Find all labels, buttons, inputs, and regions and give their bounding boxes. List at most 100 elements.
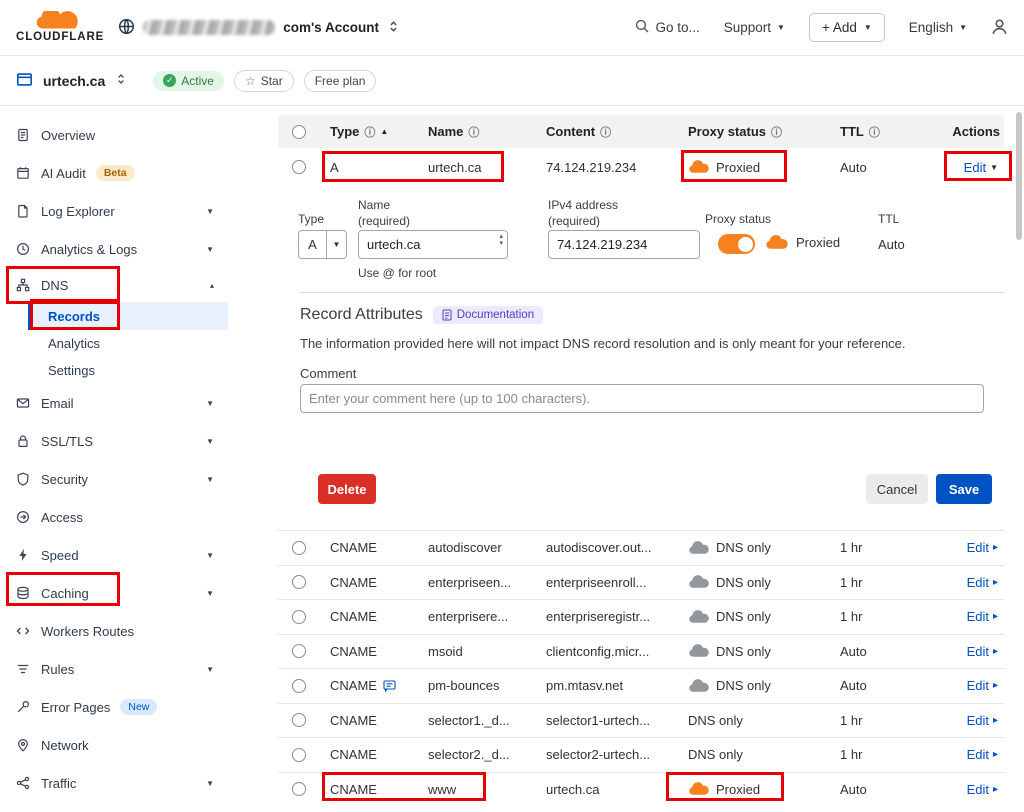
beta-badge: Beta	[96, 165, 135, 181]
sidebar-label: Security	[41, 472, 88, 487]
cloudflare-logo[interactable]: CLOUDFLARE	[16, 11, 104, 44]
add-button[interactable]: + Add ▼	[809, 13, 885, 42]
star-label: Star	[261, 74, 283, 88]
sidebar-item-speed[interactable]: Speed ▼	[0, 536, 240, 574]
goto-search[interactable]: Go to...	[635, 19, 699, 36]
goto-label: Go to...	[655, 20, 699, 35]
star-button[interactable]: ☆ Star	[234, 70, 294, 92]
info-icon[interactable]: ⓘ	[869, 124, 880, 140]
cell-name: urtech.ca	[420, 160, 538, 175]
type-label: CNAME	[330, 678, 377, 693]
sidebar-item-error-pages[interactable]: Error Pages New	[0, 688, 240, 726]
sidebar-item-analytics-logs[interactable]: Analytics & Logs ▼	[0, 230, 240, 268]
edit-button[interactable]: Edit▸	[967, 644, 998, 659]
row-checkbox[interactable]	[292, 679, 306, 693]
comment-note-icon[interactable]	[383, 680, 396, 692]
account-switcher[interactable]: com's Account	[118, 18, 400, 38]
sidebar-item-dns[interactable]: DNS ▴	[0, 268, 240, 302]
chevron-down-icon: ▼	[206, 665, 214, 674]
sidebar-label: Rules	[41, 662, 74, 677]
chevron-down-icon: ▼	[990, 163, 998, 172]
info-icon[interactable]: ⓘ	[468, 124, 479, 140]
cancel-button[interactable]: Cancel	[866, 474, 928, 504]
col-name: Name ⓘ	[420, 124, 538, 140]
sidebar-item-caching[interactable]: Caching ▼	[0, 574, 240, 612]
cell-name: pm-bounces	[420, 678, 538, 693]
sidebar-label: Speed	[41, 548, 79, 563]
row-checkbox[interactable]	[292, 644, 306, 658]
name-required-label: (required)	[358, 214, 410, 228]
sidebar-item-ai-audit[interactable]: AI Audit Beta	[0, 154, 240, 192]
cell-proxy: DNS only	[680, 540, 832, 555]
select-all-checkbox[interactable]	[292, 125, 306, 139]
row-checkbox[interactable]	[292, 160, 306, 174]
row-checkbox[interactable]	[292, 713, 306, 727]
star-icon: ☆	[245, 74, 256, 88]
sidebar-item-rules[interactable]: Rules ▼	[0, 650, 240, 688]
sidebar-item-log-explorer[interactable]: Log Explorer ▼	[0, 192, 240, 230]
ipv4-input[interactable]	[548, 230, 700, 259]
row-checkbox[interactable]	[292, 541, 306, 555]
info-icon[interactable]: ⓘ	[600, 124, 611, 140]
save-button[interactable]: Save	[936, 474, 992, 504]
edit-button[interactable]: Edit▸	[967, 747, 998, 762]
database-icon	[14, 586, 31, 600]
cell-ttl: 1 hr	[832, 609, 928, 624]
proxy-status-label: Proxy status	[705, 212, 771, 226]
info-icon[interactable]: ⓘ	[771, 124, 782, 140]
row-checkbox[interactable]	[292, 610, 306, 624]
sidebar-item-traffic[interactable]: Traffic ▼	[0, 764, 240, 802]
cell-type: CNAME	[322, 575, 420, 590]
row-checkbox[interactable]	[292, 782, 306, 796]
account-swap-icon[interactable]	[387, 19, 400, 37]
info-icon[interactable]: ⓘ	[364, 124, 375, 140]
documentation-link[interactable]: Documentation	[433, 306, 543, 324]
sidebar-item-security[interactable]: Security ▼	[0, 460, 240, 498]
stepper-icons[interactable]: ▴ ▾	[499, 233, 503, 247]
chevron-down-icon: ▼	[206, 475, 214, 484]
sidebar-item-dns-analytics[interactable]: Analytics	[0, 330, 240, 356]
delete-button[interactable]: Delete	[318, 474, 376, 504]
user-account-icon[interactable]	[991, 18, 1008, 38]
sidebar-label: SSL/TLS	[41, 434, 93, 449]
comment-input[interactable]	[300, 384, 984, 413]
support-menu[interactable]: Support ▼	[724, 20, 785, 35]
proxy-toggle[interactable]	[718, 234, 755, 254]
site-window-icon	[16, 71, 33, 91]
sidebar-item-dns-settings[interactable]: Settings	[0, 356, 240, 384]
edit-button[interactable]: Edit▸	[967, 540, 998, 555]
edit-button[interactable]: Edit▸	[967, 575, 998, 590]
plan-label: Free plan	[315, 74, 366, 88]
sidebar-item-email[interactable]: Email ▼	[0, 384, 240, 422]
scrollbar-thumb[interactable]	[1016, 112, 1022, 240]
sidebar-item-network[interactable]: Network	[0, 726, 240, 764]
edit-label: Edit	[967, 609, 989, 624]
sidebar-label: Access	[41, 510, 83, 525]
record-rows: CNAME autodiscover autodiscover.out... D…	[278, 530, 1004, 806]
edit-button[interactable]: Edit▸	[967, 678, 998, 693]
sidebar-item-dns-records[interactable]: Records	[28, 302, 228, 330]
ai-audit-icon	[14, 166, 31, 180]
sidebar-item-ssl-tls[interactable]: SSL/TLS ▼	[0, 422, 240, 460]
cell-content: autodiscover.out...	[538, 540, 680, 555]
zone-swap-icon[interactable]	[115, 72, 127, 89]
edit-button[interactable]: Edit ▼	[964, 160, 998, 175]
row-checkbox[interactable]	[292, 748, 306, 762]
sidebar-item-access[interactable]: Access	[0, 498, 240, 536]
edit-button[interactable]: Edit▸	[967, 782, 998, 797]
stepper-down-icon[interactable]: ▾	[499, 240, 503, 247]
sidebar-item-workers-routes[interactable]: Workers Routes	[0, 612, 240, 650]
edit-button[interactable]: Edit▸	[967, 609, 998, 624]
cell-name: msoid	[420, 644, 538, 659]
sort-asc-icon[interactable]: ▲	[380, 127, 388, 136]
edit-label: Edit	[967, 747, 989, 762]
sidebar-label: Caching	[41, 586, 89, 601]
stepper-up-icon[interactable]: ▴	[499, 233, 503, 240]
type-select[interactable]: A ▼	[298, 230, 347, 259]
sidebar-item-overview[interactable]: Overview	[0, 116, 240, 154]
edit-button[interactable]: Edit▸	[967, 713, 998, 728]
table-row: CNAME selector1._d... selector1-urtech..…	[278, 703, 1004, 738]
row-checkbox[interactable]	[292, 575, 306, 589]
name-input[interactable]	[358, 230, 508, 259]
language-menu[interactable]: English ▼	[909, 20, 967, 35]
